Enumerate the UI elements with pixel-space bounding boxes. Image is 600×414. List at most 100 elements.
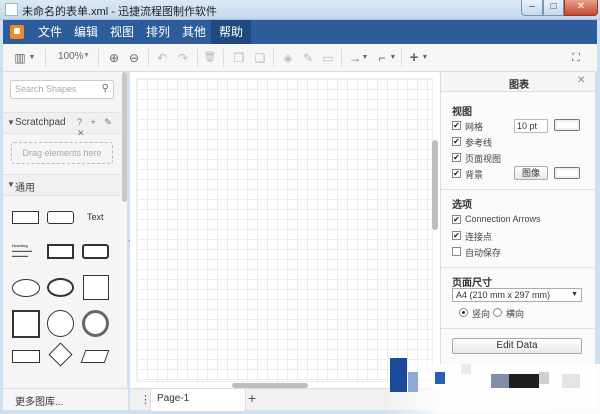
edit-data-button[interactable]: Edit Data — [452, 338, 582, 354]
background-checkbox[interactable]: ✔ — [452, 169, 461, 178]
ellipse-bold-shape[interactable] — [47, 278, 74, 297]
app-icon — [5, 3, 18, 16]
page-tab[interactable]: Page-1 — [150, 389, 246, 411]
search-placeholder: Search Shapes — [15, 84, 77, 94]
general-title: 通用 — [15, 183, 35, 194]
scratchpad-header[interactable]: ▼ Scratchpad ? + ✎ ✕ — [3, 112, 121, 138]
window-title: 未命名的表单.xml - 迅捷流程图制作软件 — [22, 6, 217, 18]
autosave-label: 自动保存 — [465, 248, 502, 258]
canvas-vertical-scrollbar[interactable] — [432, 140, 438, 230]
minimize-button[interactable]: – — [521, 0, 543, 16]
waypoint-dropdown-icon[interactable]: ▼ — [389, 50, 397, 66]
scratchpad-actions-icon[interactable]: ? + ✎ ✕ — [77, 117, 121, 139]
format-panel-title: 图表 — [509, 80, 529, 91]
diagram-canvas[interactable] — [130, 72, 440, 388]
zoom-dropdown-icon[interactable]: ▼ — [83, 52, 90, 59]
page-size-select[interactable]: A4 (210 mm x 297 mm) ▼ — [452, 288, 582, 302]
menu-file[interactable]: 文件 — [30, 20, 70, 44]
to-front-icon[interactable]: ❐ — [232, 50, 246, 66]
collapse-arrow-icon[interactable]: ▼ — [7, 180, 15, 189]
zoom-in-icon[interactable]: ⊕ — [107, 50, 121, 66]
toolbar-divider — [98, 49, 99, 67]
connection-arrows-label: Connection Arrows — [465, 214, 541, 224]
connection-points-checkbox[interactable]: ✔ — [452, 231, 461, 240]
connection-arrows-checkbox[interactable]: ✔ — [452, 215, 461, 224]
close-panel-icon[interactable]: ✕ — [577, 75, 585, 86]
canvas-grid[interactable] — [136, 78, 433, 382]
square-shape[interactable] — [83, 275, 109, 300]
add-page-icon[interactable]: + — [248, 390, 256, 406]
zoom-out-icon[interactable]: ⊖ — [127, 50, 141, 66]
menu-arrange[interactable]: 排列 — [138, 20, 178, 44]
guides-checkbox[interactable]: ✔ — [452, 137, 461, 146]
circle-double-shape[interactable] — [82, 310, 109, 337]
connection-points-label: 连接点 — [465, 232, 493, 242]
shapes-sidebar: Search Shapes ⚲ ▼ Scratchpad ? + ✎ ✕ Dra… — [3, 72, 128, 388]
redo-icon[interactable]: ↷ — [176, 50, 190, 66]
sidebar-scrollbar[interactable] — [122, 72, 127, 202]
options-section-title: 选项 — [452, 200, 472, 211]
insert-dropdown-icon[interactable]: ▼ — [421, 50, 429, 66]
search-icon[interactable]: ⚲ — [102, 83, 109, 94]
grid-label: 网格 — [465, 122, 484, 132]
square-bold-shape[interactable] — [12, 310, 40, 338]
process-shape[interactable] — [12, 350, 40, 363]
fill-color-icon[interactable]: ◈ — [281, 50, 295, 66]
menu-edit[interactable]: 编辑 — [66, 20, 106, 44]
landscape-radio[interactable] — [493, 308, 502, 317]
search-shapes-input[interactable]: Search Shapes ⚲ — [10, 80, 114, 99]
grid-color-button[interactable] — [554, 119, 580, 131]
toolbar-divider — [273, 49, 274, 67]
menu-help[interactable]: 帮助 — [211, 20, 252, 44]
pages-icon[interactable]: ▥ — [13, 50, 27, 66]
shadow-icon[interactable]: ▭ — [321, 50, 335, 66]
background-image-button[interactable]: 图像 — [514, 166, 548, 180]
connector-icon[interactable]: → — [348, 50, 362, 66]
pages-dropdown-icon[interactable]: ▼ — [28, 50, 36, 66]
grid-checkbox[interactable]: ✔ — [452, 121, 461, 130]
ellipse-rect-shape[interactable] — [47, 244, 74, 259]
page-view-checkbox[interactable]: ✔ — [452, 153, 461, 162]
ellipse-shape[interactable] — [12, 279, 40, 297]
fullscreen-icon[interactable]: ⛶ — [569, 50, 583, 66]
circle-shape[interactable] — [47, 310, 74, 337]
format-panel-header: 图表 ✕ — [441, 72, 595, 92]
collapse-arrow-icon[interactable]: ▼ — [7, 118, 15, 127]
menu-view[interactable]: 视图 — [102, 20, 142, 44]
page-size-section-title: 页面尺寸 — [452, 278, 492, 289]
connector-dropdown-icon[interactable]: ▼ — [361, 50, 369, 66]
to-back-icon[interactable]: ❏ — [253, 50, 267, 66]
delete-icon[interactable]: 🗑 — [203, 50, 217, 66]
undo-icon[interactable]: ↶ — [155, 50, 169, 66]
autosave-checkbox[interactable] — [452, 247, 461, 256]
panel-divider — [441, 267, 595, 268]
diamond-shape[interactable] — [48, 342, 73, 367]
toolbar-divider — [341, 49, 342, 67]
close-window-button[interactable]: ✕ — [564, 0, 598, 16]
toolbar-divider — [45, 49, 46, 67]
general-header[interactable]: ▼ 通用 — [3, 174, 121, 196]
rounded-rect-bold-shape[interactable] — [82, 244, 109, 259]
grid-size-input[interactable]: 10 pt — [514, 119, 548, 133]
portrait-radio[interactable] — [459, 308, 468, 317]
parallelogram-shape[interactable] — [80, 350, 110, 363]
waypoint-icon[interactable]: ⌐ — [375, 50, 389, 66]
insert-icon[interactable]: + — [407, 50, 421, 66]
zoom-level[interactable]: 100% — [58, 51, 84, 62]
panel-divider — [441, 189, 595, 190]
toolbar-divider — [223, 49, 224, 67]
page-view-label: 页面视图 — [465, 154, 502, 164]
line-color-icon[interactable]: ✎ — [301, 50, 315, 66]
rounded-rectangle-shape[interactable] — [47, 211, 74, 224]
view-section-title: 视图 — [452, 107, 472, 118]
textbox-shape[interactable]: Heading ▬▬▬▬▬ ▬▬▬▬ — [12, 243, 39, 261]
maximize-button[interactable]: □ — [543, 0, 564, 16]
scratchpad-title: Scratchpad — [15, 117, 66, 128]
scratchpad-dropzone[interactable]: Drag elements here — [11, 142, 113, 164]
more-libraries-button[interactable]: 更多图库... — [3, 388, 128, 410]
text-shape[interactable]: Text — [87, 212, 104, 222]
background-color-button[interactable] — [554, 167, 580, 179]
background-label: 背景 — [465, 170, 484, 180]
menu-extras[interactable]: 其他 — [174, 20, 214, 44]
rectangle-shape[interactable] — [12, 211, 39, 224]
